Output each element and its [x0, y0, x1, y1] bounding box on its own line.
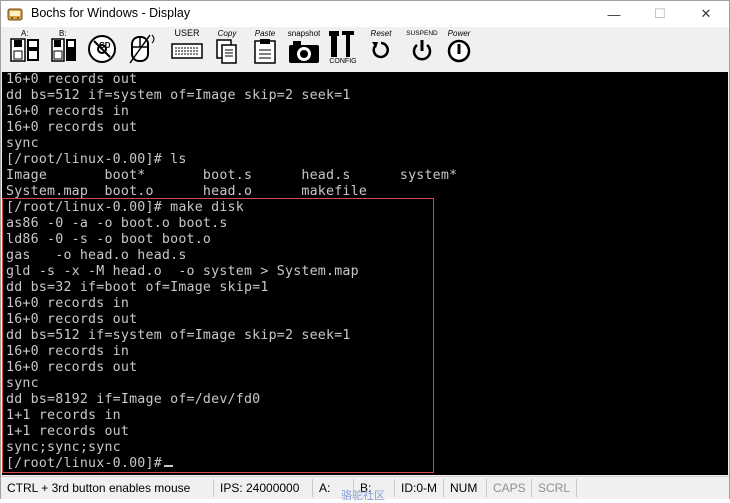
terminal-line: 16+0 records out — [6, 120, 138, 135]
terminal-line: gld -s -x -M head.o -o system > System.m… — [6, 264, 359, 279]
terminal-line: dd bs=512 if=system of=Image skip=2 seek… — [6, 328, 351, 343]
suspend-label: SUSPEND — [406, 30, 438, 37]
terminal-line: 16+0 records in — [6, 344, 130, 359]
cdrom-icon: CD — [88, 35, 116, 63]
status-ips: IPS: 24000000 — [214, 479, 313, 497]
camera-icon — [289, 41, 319, 63]
terminal-line: as86 -0 -a -o boot.o boot.s — [6, 216, 228, 231]
suspend-icon — [412, 40, 432, 61]
keyboard-icon — [171, 43, 203, 59]
cdrom-label: CD — [99, 41, 111, 50]
minimize-icon: — — [607, 6, 621, 22]
terminal-line: System.map boot.o head.o makefile — [6, 184, 368, 199]
copy-label: Copy — [217, 29, 237, 38]
terminal-line: 1+1 records out — [6, 424, 130, 439]
reset-label: Reset — [370, 29, 392, 38]
bochs-window: Bochs for Windows - Display — ☐ ✕ A: B: … — [0, 0, 730, 502]
reset-button[interactable]: Reset — [365, 29, 397, 69]
status-num-lock: NUM — [444, 479, 487, 497]
terminal-line: dd bs=512 if=system of=Image skip=2 seek… — [6, 88, 351, 103]
mouse-icon — [129, 34, 155, 64]
snapshot-button[interactable]: snapshot — [285, 29, 323, 69]
terminal-line: ld86 -0 -s -o boot boot.o — [6, 232, 212, 247]
terminal-line: [/root/linux-0.00]# ls — [6, 152, 187, 167]
terminal-line: [/root/linux-0.00]# make disk — [6, 200, 244, 215]
terminal-line: dd bs=32 if=boot of=Image skip=1 — [6, 280, 269, 295]
floppy-b-button[interactable]: B: — [47, 29, 81, 69]
config-button[interactable]: CONFIG — [327, 29, 359, 69]
terminal-line: [/root/linux-0.00]# — [6, 456, 173, 472]
status-scroll-lock: SCRL — [532, 479, 577, 497]
copy-icon — [216, 39, 237, 64]
terminal-line: 16+0 records in — [6, 296, 130, 311]
terminal-line: gas -o head.o head.s — [6, 248, 187, 263]
mouse-toggle-button[interactable] — [125, 29, 161, 69]
status-caps-lock: CAPS — [487, 479, 532, 497]
close-button[interactable]: ✕ — [683, 1, 729, 27]
cdrom-button[interactable]: CD — [85, 29, 121, 69]
floppy-b-label: B: — [59, 29, 67, 38]
user-label: USER — [174, 28, 200, 38]
floppy-a-icon: A: — [10, 29, 39, 62]
terminal-line: sync;sync;sync — [6, 440, 121, 455]
status-disk-id: ID:0-M — [395, 479, 444, 497]
minimize-button[interactable]: — — [591, 1, 637, 27]
terminal-line: 16+0 records out — [6, 312, 138, 327]
terminal-line: sync — [6, 136, 39, 151]
terminal-line: 16+0 records out — [6, 360, 138, 375]
close-icon: ✕ — [700, 6, 712, 21]
window-title: Bochs for Windows - Display — [31, 6, 191, 20]
paste-button[interactable]: Paste — [251, 29, 279, 69]
snapshot-label: snapshot — [287, 29, 321, 38]
toolbar: A: B: CD USER Copy Paste snapshot CONFIG… — [1, 27, 729, 72]
power-label: Power — [447, 29, 471, 38]
maximize-button[interactable]: ☐ — [637, 1, 683, 27]
emulator-display[interactable]: 16+0 records out dd bs=512 if=system of=I… — [2, 72, 728, 475]
copy-button[interactable]: Copy — [213, 29, 241, 69]
terminal-line: Image boot* boot.s head.s system* — [6, 168, 458, 183]
user-button[interactable]: USER — [169, 29, 205, 69]
terminal-line: dd bs=8192 if=Image of=/dev/fd0 — [6, 392, 261, 407]
watermark-text: 骆驼社区 — [341, 490, 385, 502]
terminal-line: sync — [6, 376, 39, 391]
floppy-a-button[interactable]: A: — [7, 29, 43, 69]
status-mouse-hint: CTRL + 3rd button enables mouse — [1, 479, 214, 497]
terminal-line: 1+1 records in — [6, 408, 121, 423]
title-bar[interactable]: Bochs for Windows - Display — ☐ ✕ — [1, 1, 729, 27]
terminal-line: 16+0 records in — [6, 104, 130, 119]
floppy-b-icon: B: — [51, 29, 76, 62]
floppy-a-label: A: — [21, 29, 29, 38]
power-button[interactable]: Power — [441, 29, 477, 69]
reset-icon — [372, 41, 389, 59]
paste-icon — [254, 39, 276, 64]
text-cursor — [163, 465, 173, 467]
power-icon — [447, 39, 471, 63]
tools-icon — [329, 31, 354, 57]
suspend-button[interactable]: SUSPEND — [403, 29, 441, 69]
bochs-app-icon — [7, 8, 23, 21]
config-label: CONFIG — [329, 58, 357, 65]
maximize-icon: ☐ — [654, 6, 666, 21]
paste-label: Paste — [254, 29, 276, 38]
terminal-line: 16+0 records out — [6, 72, 138, 87]
